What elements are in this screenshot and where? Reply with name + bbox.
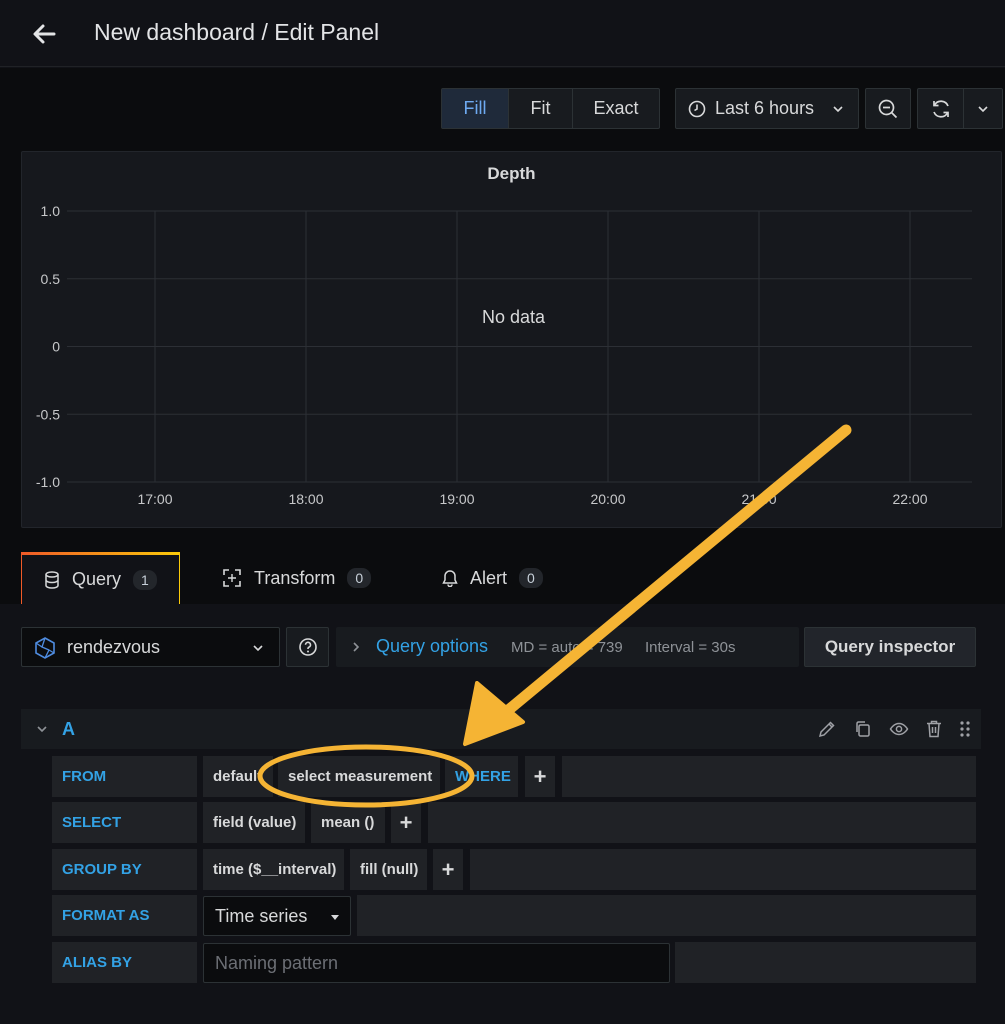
query-row-actions <box>817 719 971 739</box>
chevron-down-icon <box>978 105 988 112</box>
field-segment[interactable]: field (value) <box>203 802 305 843</box>
transform-icon <box>223 569 241 587</box>
edit-icon[interactable] <box>817 719 837 739</box>
eye-icon[interactable] <box>889 719 909 739</box>
interval-value: Interval = 30s <box>645 639 736 656</box>
help-button[interactable] <box>286 627 329 667</box>
alias-row-filler <box>675 942 976 983</box>
tab-alert[interactable]: Alert 0 <box>442 552 543 604</box>
fill-button[interactable]: Fill <box>442 89 509 128</box>
fit-button[interactable]: Fit <box>509 89 573 128</box>
caret-down-icon <box>331 915 339 920</box>
clock-icon <box>688 100 706 117</box>
chevron-down-icon <box>253 645 263 652</box>
refresh-icon <box>932 99 949 118</box>
tab-count-badge: 0 <box>519 568 543 588</box>
time-picker[interactable]: Last 6 hours <box>675 88 859 129</box>
x-tick-label: 18:00 <box>288 491 323 507</box>
from-row-filler <box>562 756 976 797</box>
x-tick-label: 22:00 <box>892 491 927 507</box>
x-tick-label: 19:00 <box>439 491 474 507</box>
x-tick-label: 20:00 <box>590 491 625 507</box>
retention-policy-segment[interactable]: default <box>203 756 273 797</box>
bell-icon <box>442 570 458 587</box>
format-as-label: FORMAT AS <box>52 895 197 936</box>
select-label: SELECT <box>52 802 197 843</box>
no-data-message: No data <box>482 307 546 327</box>
page-title: New dashboard / Edit Panel <box>94 19 380 45</box>
alias-by-label: ALIAS BY <box>52 942 197 983</box>
resize-mode-group: Fill Fit Exact <box>441 88 660 129</box>
group-by-row-filler <box>470 849 976 890</box>
format-as-select[interactable]: Time series <box>203 896 351 936</box>
graph-panel: Depth 1.0 0.5 0 -0.5 -1.0 17:00 18:00 19:00 20:0… <box>21 151 1002 528</box>
x-tick-label: 17:00 <box>137 491 172 507</box>
max-data-points: MD = auto = 739 <box>511 639 623 656</box>
tab-label: Alert <box>470 567 508 588</box>
aggregation-segment[interactable]: mean () <box>311 802 385 843</box>
datasource-name: rendezvous <box>67 637 161 657</box>
refresh-interval-dropdown[interactable] <box>964 89 1002 128</box>
query-options-label: Query options <box>376 636 489 656</box>
time-range-label: Last 6 hours <box>715 98 815 118</box>
format-row-filler <box>357 895 976 936</box>
trash-icon[interactable] <box>925 719 943 739</box>
add-group-by-button[interactable]: + <box>433 849 463 890</box>
chevron-right-icon <box>353 642 360 652</box>
query-ref-id[interactable]: A <box>62 719 75 740</box>
top-bar: New dashboard / Edit Panel <box>0 0 1005 67</box>
select-row-filler <box>428 802 976 843</box>
y-tick-label: 0.5 <box>41 271 61 287</box>
question-circle-icon <box>299 638 317 656</box>
group-by-label: GROUP BY <box>52 849 197 890</box>
editor-tabs: Query 1 Transform 0 Alert 0 <box>0 540 1005 604</box>
zoom-out-button[interactable] <box>865 88 911 129</box>
from-label: FROM <box>52 756 197 797</box>
tab-label: Query <box>72 569 122 589</box>
query-options-toggle[interactable]: Query options MD = auto = 739 Interval =… <box>336 627 799 667</box>
add-select-button[interactable]: + <box>391 802 421 843</box>
chevron-down-icon[interactable] <box>36 723 48 735</box>
y-tick-label: -0.5 <box>36 406 60 422</box>
datasource-picker[interactable]: rendezvous <box>21 627 280 667</box>
y-tick-label: 0 <box>52 339 60 355</box>
query-inspector-button[interactable]: Query inspector <box>804 627 976 667</box>
drag-handle-icon[interactable] <box>959 719 971 739</box>
chevron-down-icon <box>833 105 843 112</box>
x-tick-label: 21:00 <box>741 491 776 507</box>
where-keyword: WHERE <box>445 756 518 797</box>
refresh-button[interactable] <box>918 89 964 128</box>
copy-icon[interactable] <box>853 719 873 739</box>
database-icon <box>45 570 59 589</box>
back-arrow-icon[interactable] <box>28 18 60 50</box>
refresh-group <box>917 88 1003 129</box>
zoom-out-icon <box>878 99 898 118</box>
tab-label: Transform <box>254 567 336 588</box>
chart-canvas: 1.0 0.5 0 -0.5 -1.0 17:00 18:00 19:00 20:00 21:00… <box>36 203 972 507</box>
tab-count-badge: 0 <box>347 568 372 588</box>
query-row-header: A <box>21 709 981 749</box>
tab-transform[interactable]: Transform 0 <box>222 552 372 604</box>
fill-segment[interactable]: fill (null) <box>350 849 427 890</box>
measurement-segment[interactable]: select measurement <box>278 756 440 797</box>
y-tick-label: -1.0 <box>36 474 60 490</box>
alias-pattern-input[interactable] <box>203 943 670 983</box>
add-where-button[interactable]: + <box>525 756 555 797</box>
y-tick-label: 1.0 <box>41 203 61 219</box>
influxdb-icon <box>35 637 55 659</box>
tab-query[interactable]: Query 1 <box>21 552 180 604</box>
exact-button[interactable]: Exact <box>573 89 659 128</box>
time-interval-segment[interactable]: time ($__interval) <box>203 849 344 890</box>
tab-count-badge: 1 <box>133 569 157 590</box>
format-as-value: Time series <box>215 905 308 926</box>
